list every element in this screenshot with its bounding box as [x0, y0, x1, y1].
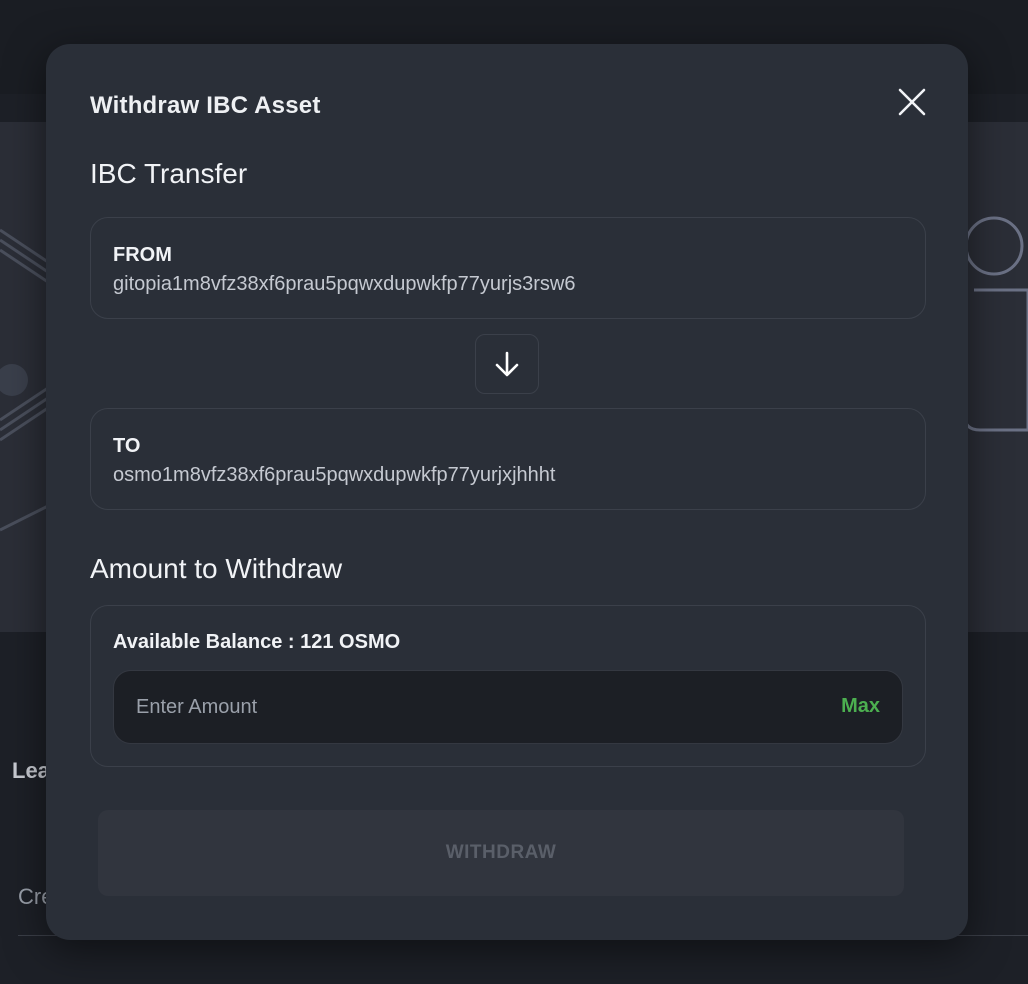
amount-to-withdraw-heading: Amount to Withdraw: [90, 553, 343, 584]
arrow-down-icon: [495, 351, 519, 377]
available-balance-label: Available Balance : 121 OSMO: [113, 631, 401, 653]
to-address: osmo1m8vfz38xf6prau5pqwxdupwkfp77yurjxjh…: [113, 464, 556, 486]
withdraw-button[interactable]: WITHDRAW: [98, 810, 904, 896]
to-label: TO: [113, 435, 141, 457]
amount-input-container: Max: [113, 670, 903, 744]
close-icon: [898, 88, 926, 116]
max-button[interactable]: Max: [841, 695, 880, 718]
from-label: FROM: [113, 244, 172, 266]
ibc-transfer-heading: IBC Transfer: [90, 158, 248, 189]
close-button[interactable]: [894, 84, 930, 120]
from-address-card: FROM gitopia1m8vfz38xf6prau5pqwxdupwkfp7…: [90, 217, 926, 319]
background-partial-heading: Lea: [12, 758, 50, 783]
to-address-card: TO osmo1m8vfz38xf6prau5pqwxdupwkfp77yurj…: [90, 408, 926, 510]
withdraw-ibc-modal: Withdraw IBC Asset IBC Transfer FROM git…: [46, 44, 968, 940]
swap-direction-button[interactable]: [475, 334, 539, 394]
from-address: gitopia1m8vfz38xf6prau5pqwxdupwkfp77yurj…: [113, 273, 576, 295]
amount-input[interactable]: [114, 671, 826, 743]
modal-title: Withdraw IBC Asset: [90, 92, 321, 119]
amount-card: Available Balance : 121 OSMO Max: [90, 605, 926, 767]
gear-icon: [0, 364, 28, 396]
